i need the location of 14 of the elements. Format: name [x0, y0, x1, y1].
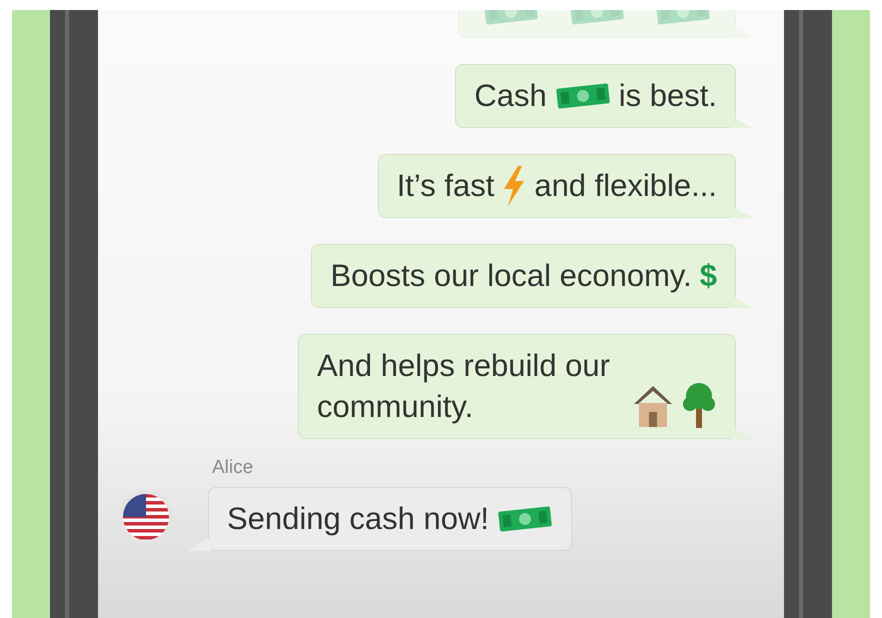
message-text: And helps rebuild our community.	[317, 346, 611, 426]
sender-name: Alice	[212, 457, 254, 480]
lightning-icon	[502, 166, 526, 206]
dollar-sign: $	[700, 258, 717, 294]
banknote-icon	[554, 80, 611, 111]
message-text: and flexible...	[534, 166, 717, 205]
message-text: is best.	[618, 77, 717, 115]
tree-icon	[681, 382, 717, 428]
banknote-icon	[496, 504, 553, 534]
message-text: Boosts our local economy.	[330, 256, 692, 295]
message-text: Sending cash now!	[227, 500, 489, 538]
message-text: It’s fast	[396, 166, 494, 205]
message-text: Cash	[474, 77, 547, 115]
house-icon	[633, 384, 673, 428]
